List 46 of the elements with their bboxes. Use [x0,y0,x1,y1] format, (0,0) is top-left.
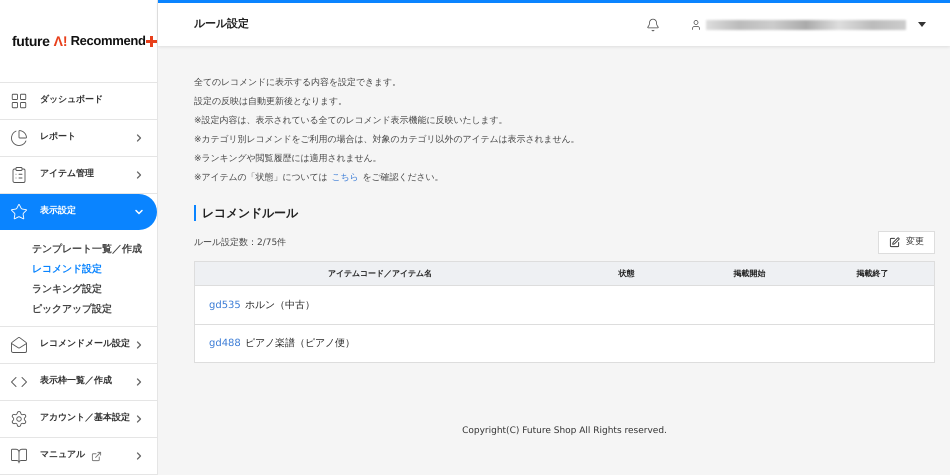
page-title: ルール設定 [194,16,249,32]
submenu-item[interactable]: ランキング設定 [32,280,157,300]
dropdown-caret-icon[interactable] [918,22,926,27]
book-icon [10,447,28,465]
column-header: 掲載開始 [732,268,766,280]
sidebar-item[interactable]: マニュアル [0,438,157,474]
info-text: 全てのレコメンドに表示する内容を設定できます。 [194,76,402,90]
sidebar-item[interactable]: アカウント／基本設定 [0,401,157,437]
status-link[interactable]: こちら [332,172,359,186]
section-heading: レコメンドルール [194,205,935,221]
user-icon [690,18,702,30]
item-code-link[interactable]: gd488 [209,336,241,351]
sidebar-item[interactable]: アイテム管理 [0,157,157,193]
clipboard-icon [10,166,28,184]
envelope-icon [10,336,28,354]
dashboard-icon [10,92,28,110]
item-name: ピアノ楽譜（ピアノ便） [244,336,355,351]
edit-icon [889,237,900,248]
info-text: ※カテゴリ別レコメンドをご利用の場合は、対象のカテゴリ以外のアイテムは表示されません。 [194,134,581,147]
logo: future Λ! Recommend [0,0,157,83]
bell-icon[interactable] [646,18,660,32]
sidebar-item[interactable]: 表示設定 [0,194,157,230]
info-text: ※アイテムの「状態」については [194,172,328,185]
column-header: 状態 [617,268,636,280]
edit-button[interactable]: 変更 [878,231,935,254]
settings-icon [10,410,28,428]
sidebar-item[interactable]: ダッシュボード [0,83,157,119]
submenu-item[interactable]: ピックアップ設定 [32,300,157,320]
info-text: ※ランキングや閲覧履歴には適用されません。 [194,152,383,166]
star-icon [10,203,28,221]
sidebar-item[interactable]: 表示枠一覧／作成 [0,364,157,400]
submenu-item[interactable]: レコメンド設定 [32,260,157,280]
column-header: アイテムコード／アイテム名 [327,268,433,280]
rule-count: ルール設定数：2/75件 [194,236,286,250]
plus-icon [146,36,157,46]
column-header: 掲載終了 [855,268,890,280]
item-code-link[interactable]: gd535 [209,298,241,312]
pie-chart-icon [10,129,28,147]
info-text: ※設定内容は、表示されている全てのレコメンド表示機能に反映いたします。 [194,114,509,128]
sidebar-item[interactable]: レポート [0,120,157,156]
submenu-item[interactable]: テンプレート一覧／作成 [32,240,157,260]
sidebar-item[interactable]: レコメンドメール設定 [0,327,157,363]
info-text: 設定の反映は自動更新後となります。 [194,96,348,109]
copyright-text: Copyright(C) Future Shop All Rights reserved. [461,425,668,438]
item-name: ホルン（中古） [244,298,315,312]
info-text: をご確認ください。 [362,172,444,185]
